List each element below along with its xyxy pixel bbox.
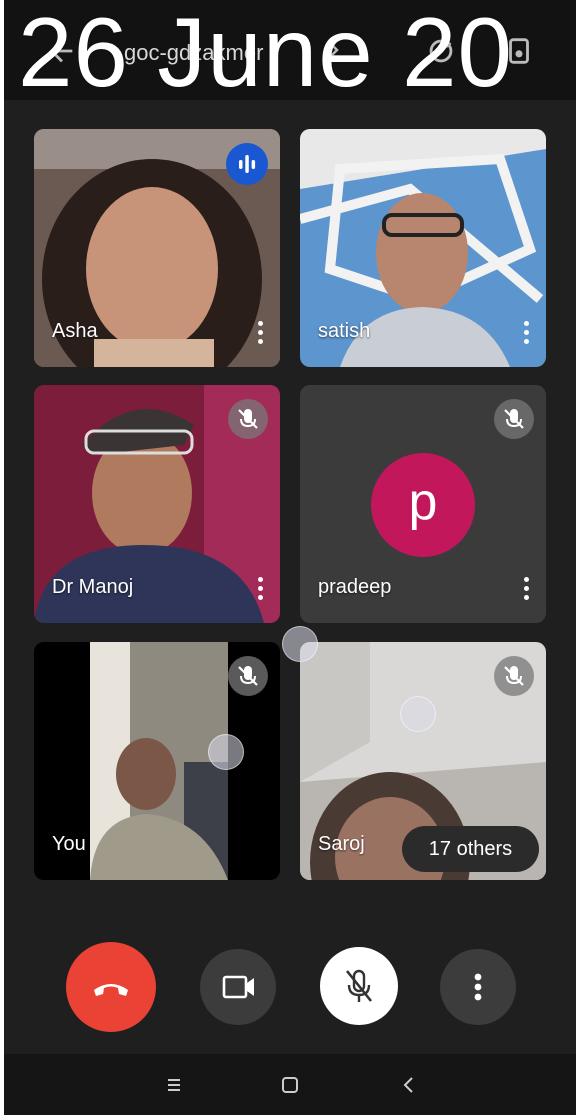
more-vert-icon[interactable] bbox=[258, 577, 264, 603]
participant-tile-you[interactable]: You bbox=[34, 642, 280, 880]
participant-name: Asha bbox=[52, 320, 98, 342]
muted-badge bbox=[228, 656, 268, 696]
participant-tile-asha[interactable]: Asha bbox=[34, 129, 280, 367]
touch-indicator bbox=[282, 626, 318, 662]
end-call-button[interactable] bbox=[66, 942, 156, 1032]
mic-off-icon bbox=[238, 666, 258, 686]
audio-wave-icon bbox=[239, 155, 256, 173]
participant-name: satish bbox=[318, 320, 371, 342]
mic-off-icon bbox=[504, 666, 524, 686]
more-vert-icon[interactable] bbox=[524, 321, 530, 347]
participant-name: Saroj bbox=[318, 833, 365, 855]
participant-tile-pradeep[interactable]: p pradeep bbox=[300, 385, 546, 623]
participant-name: Dr Manoj bbox=[52, 576, 134, 598]
mic-off-icon bbox=[238, 409, 258, 429]
home-icon[interactable] bbox=[277, 1072, 303, 1098]
speaking-indicator bbox=[226, 143, 268, 185]
mic-off-icon bbox=[504, 409, 524, 429]
recent-apps-icon[interactable] bbox=[161, 1072, 187, 1098]
date-overlay: 26 June 20 bbox=[18, 0, 513, 107]
phone-hangup-icon bbox=[94, 984, 128, 996]
avatar: p bbox=[371, 453, 475, 557]
system-nav-bar bbox=[4, 1054, 576, 1115]
back-icon[interactable] bbox=[396, 1072, 422, 1098]
more-vert-icon[interactable] bbox=[258, 321, 264, 347]
muted-badge bbox=[494, 399, 534, 439]
meet-screen: goc-gdzakmer 26 June 20 Asha satish Dr M… bbox=[4, 0, 576, 1115]
participant-name: pradeep bbox=[318, 576, 392, 598]
muted-badge bbox=[494, 656, 534, 696]
camera-button[interactable] bbox=[200, 949, 276, 1025]
camera-icon bbox=[222, 975, 254, 999]
participant-name: You bbox=[52, 833, 86, 855]
others-chip[interactable]: 17 others bbox=[402, 826, 539, 872]
more-vert-icon[interactable] bbox=[524, 577, 530, 603]
participant-tile-satish[interactable]: satish bbox=[300, 129, 546, 367]
mic-button[interactable] bbox=[320, 947, 398, 1025]
mic-off-icon bbox=[345, 969, 373, 1002]
more-vert-icon bbox=[474, 973, 482, 1001]
muted-badge bbox=[228, 399, 268, 439]
more-options-button[interactable] bbox=[440, 949, 516, 1025]
participant-tile-dr-manoj[interactable]: Dr Manoj bbox=[34, 385, 280, 623]
touch-indicator bbox=[208, 734, 244, 770]
touch-indicator bbox=[400, 696, 436, 732]
